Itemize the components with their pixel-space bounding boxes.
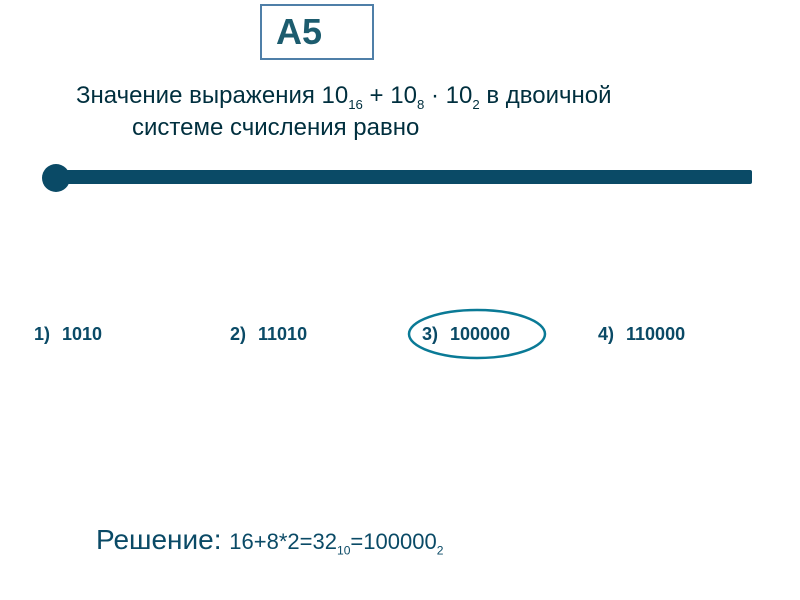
divider-bar <box>42 164 758 192</box>
q-sub: 2 <box>472 97 479 112</box>
q-part: · 10 <box>424 82 472 109</box>
slide: A5 Значение выражения 1016 + 108 · 102 в… <box>0 0 800 600</box>
solution-text: Решение: 16+8*2=3210=1000002 <box>96 524 443 556</box>
question-number: A5 <box>276 11 322 53</box>
solution-lead: Решение: <box>96 524 229 555</box>
solution-sub: 10 <box>337 543 350 557</box>
q-part: Значение выражения 10 <box>76 82 348 109</box>
answer-options: 1) 1010 2) 11010 3) 100000 4) 110000 <box>34 324 766 345</box>
option-number: 2) <box>230 324 246 345</box>
option-1: 1) 1010 <box>34 324 230 345</box>
option-number: 4) <box>598 324 614 345</box>
q-line2: системе счисления равно <box>76 112 736 144</box>
option-value: 110000 <box>626 324 685 345</box>
solution-eq: =100000 <box>350 529 436 554</box>
option-value: 1010 <box>62 324 102 345</box>
q-sub: 16 <box>348 97 363 112</box>
option-4: 4) 110000 <box>598 324 748 345</box>
ellipse-icon <box>404 306 550 362</box>
question-number-badge: A5 <box>260 4 374 60</box>
q-part: + 10 <box>363 82 417 109</box>
q-part: в двоичной <box>480 82 612 109</box>
divider-line <box>66 170 752 184</box>
solution-sub: 2 <box>437 543 444 557</box>
option-number: 1) <box>34 324 50 345</box>
option-value: 11010 <box>258 324 307 345</box>
question-text: Значение выражения 1016 + 108 · 102 в дв… <box>76 80 736 145</box>
solution-expr: 16+8*2=32 <box>229 529 337 554</box>
correct-answer-circle <box>404 306 550 362</box>
option-2: 2) 11010 <box>230 324 422 345</box>
